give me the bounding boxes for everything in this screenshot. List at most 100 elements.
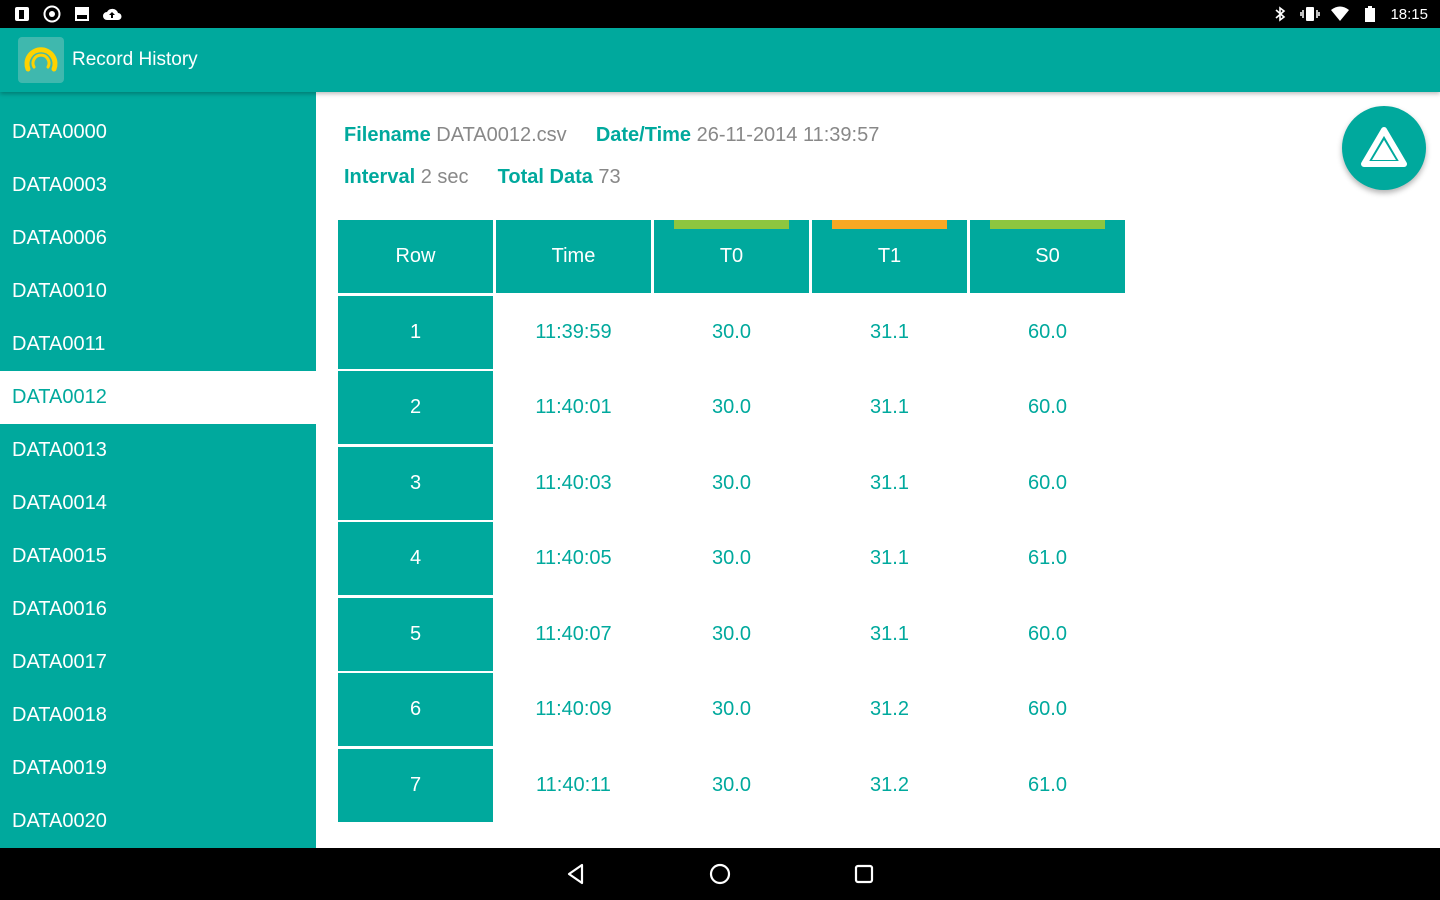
file-list-item-selected[interactable]: DATA0012 [0,371,316,424]
file-list-item[interactable]: DATA0003 [0,159,316,212]
time-cell: 11:39:59 [535,320,612,343]
back-button[interactable] [559,857,593,891]
s0-cell: 60.0 [1028,396,1067,418]
file-list-item-label: DATA0000 [12,121,107,143]
row-number-cell: 4 [338,522,493,595]
file-list-item[interactable]: DATA0019 [0,742,316,795]
time-cell: 11:40:05 [535,547,612,569]
file-list-item-label: DATA0017 [12,651,107,673]
column-header-t0: T0 [654,220,809,293]
row-number-cell: 5 [338,597,493,671]
app-bar: Record History [0,28,1440,92]
sensor-color-bar [832,220,947,229]
t1-cell: 31.1 [870,396,909,418]
t1-cell: 31.1 [870,320,909,343]
total-data-value: 73 [598,166,621,188]
t0-cell: 30.0 [712,320,751,343]
back-icon [567,863,584,885]
record-detail-panel: Filename DATA0012.csv Date/Time 26-11-20… [316,92,1440,848]
recents-icon [854,864,874,884]
data-table: Row Time T0 T1 S0 1 11:39:59 30.0 31.1 6… [338,220,1125,822]
sensor-color-bar [990,220,1105,229]
file-list-item-label: DATA0003 [12,174,107,196]
interval-value: 2 sec [420,166,469,188]
file-info-line: Filename DATA0012.csv Date/Time 26-11-20… [344,124,879,147]
file-list-item[interactable]: DATA0010 [0,265,316,318]
file-list-item[interactable]: DATA0016 [0,583,316,636]
file-list-item-label: DATA0016 [12,598,107,620]
filename-value: DATA0012.csv [436,124,567,146]
file-list-item[interactable]: DATA0006 [0,212,316,265]
t1-cell: 31.1 [870,622,909,645]
status-notifications [12,5,122,23]
row-number-cell: 7 [338,748,493,822]
time-cell: 11:40:01 [535,396,612,418]
column-header-t1: T1 [812,220,967,293]
t0-cell: 30.0 [712,773,751,796]
file-list-item[interactable]: DATA0013 [0,424,316,477]
file-list-item[interactable]: DATA0020 [0,795,316,848]
app-notification-icon [12,5,32,23]
sensor-color-bar [674,220,789,229]
bluetooth-icon [1270,5,1290,23]
status-bar: 18:15 [0,0,1440,28]
file-list-item[interactable]: DATA0014 [0,477,316,530]
time-cell: 11:40:09 [535,698,612,720]
status-time: 18:15 [1390,5,1428,23]
recents-button[interactable] [847,857,881,891]
file-list-item-label: DATA0015 [12,545,107,567]
file-list-item-label: DATA0013 [12,439,107,461]
file-list-item-label: DATA0006 [12,227,107,249]
image-notification-icon [72,5,92,23]
settings-notification-icon [42,5,62,23]
page-title: Record History [72,49,198,70]
row-number-cell: 3 [338,446,493,520]
file-list-item-label: DATA0020 [12,810,107,832]
home-button[interactable] [703,857,737,891]
column-header-time: Time [496,220,651,293]
s0-cell: 60.0 [1028,320,1067,343]
status-system: 18:15 [1270,5,1428,23]
column-header-s0: S0 [970,220,1125,293]
file-list-item[interactable]: DATA0017 [0,636,316,689]
interval-label: Interval [344,166,416,188]
datetime-label: Date/Time [595,124,692,146]
vibrate-icon [1300,5,1321,23]
t0-cell: 30.0 [712,471,751,494]
cloud-upload-icon [102,5,122,23]
file-list-item[interactable]: DATA0011 [0,318,316,371]
file-list-item-label: DATA0012 [12,386,107,408]
s0-cell: 61.0 [1028,773,1067,796]
s0-cell: 61.0 [1028,547,1067,569]
datetime-value: 26-11-2014 11:39:57 [696,124,880,146]
t0-cell: 30.0 [712,622,751,645]
s0-cell: 60.0 [1028,698,1067,720]
wifi-icon [1330,5,1350,23]
time-cell: 11:40:03 [535,471,612,494]
file-list-item-label: DATA0010 [12,280,107,302]
row-number-cell: 6 [338,673,493,746]
battery-icon [1360,5,1380,23]
gauge-logo-icon [18,37,64,83]
home-icon [709,863,731,885]
time-cell: 11:40:11 [536,773,611,796]
file-list-item[interactable]: DATA0000 [0,106,316,159]
t0-cell: 30.0 [712,396,751,418]
file-list-item-label: DATA0014 [12,492,107,514]
record-info-line: Interval 2 sec Total Data 73 [344,166,621,189]
file-list-item[interactable]: DATA0018 [0,689,316,742]
row-number-cell: 2 [338,371,493,444]
file-list-sidebar[interactable]: DATA0000 DATA0003 DATA0006 DATA0010 DATA… [0,92,316,848]
t1-cell: 31.1 [870,547,909,569]
row-number-cell: 1 [338,295,493,369]
file-list-item-label: DATA0018 [12,704,107,726]
column-header-row: Row [338,220,493,293]
file-list-item[interactable]: DATA0015 [0,530,316,583]
upload-triangle-icon [1361,127,1407,167]
t1-cell: 31.2 [870,773,909,796]
t1-cell: 31.1 [870,471,909,494]
t0-cell: 30.0 [712,698,751,720]
t1-cell: 31.2 [870,698,909,720]
file-list-item-label: DATA0019 [12,757,107,779]
upload-button[interactable] [1342,106,1426,190]
